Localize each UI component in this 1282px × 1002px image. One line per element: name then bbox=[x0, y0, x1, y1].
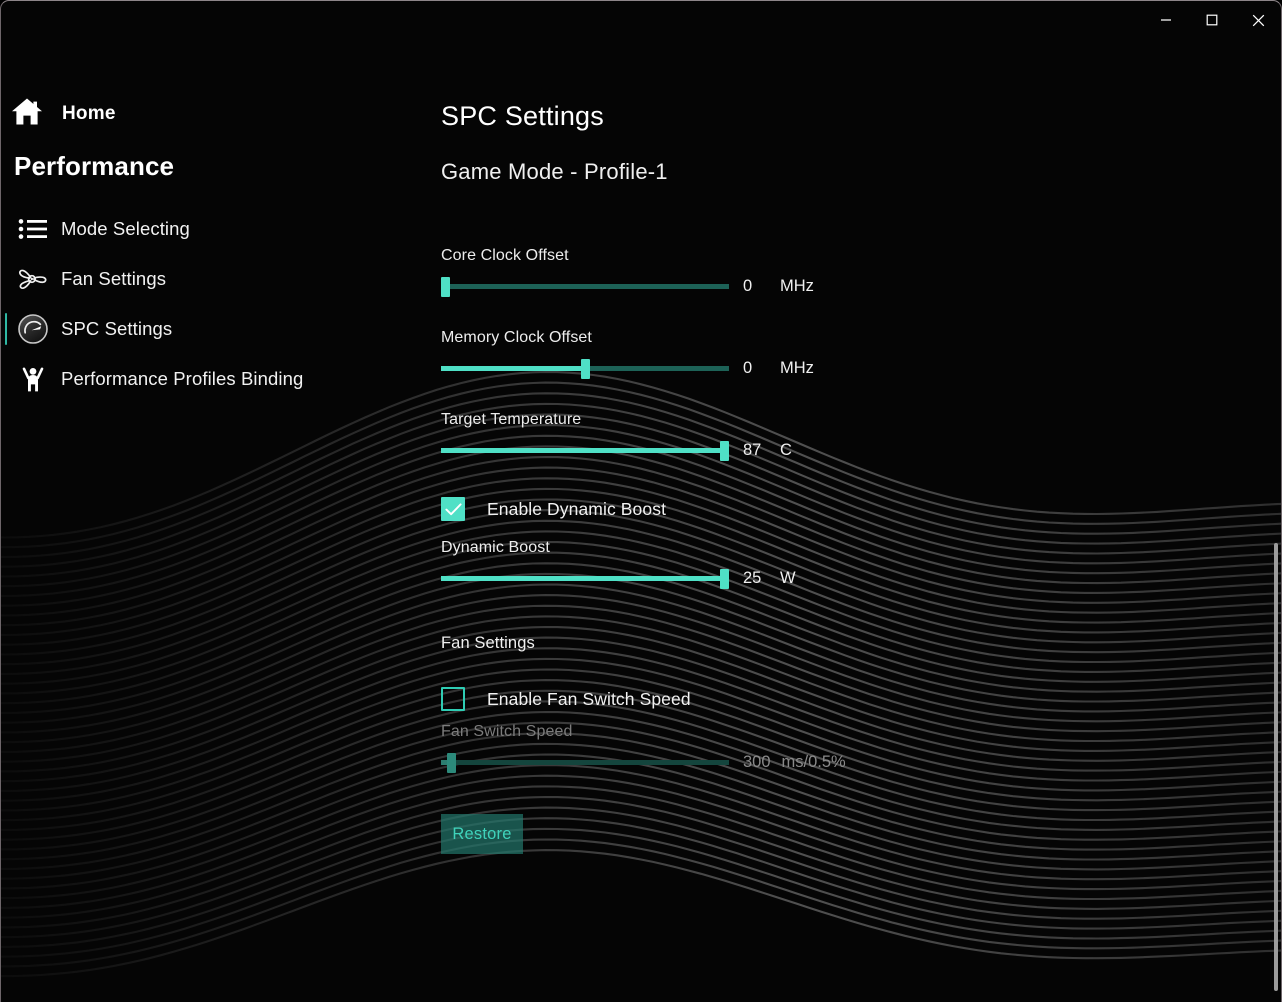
sidebar-item-fan-settings[interactable]: Fan Settings bbox=[1, 254, 421, 304]
field-label: Fan Switch Speed bbox=[441, 723, 573, 740]
sidebar-item-mode-selecting[interactable]: Mode Selecting bbox=[1, 204, 421, 254]
list-icon bbox=[15, 212, 51, 246]
slider-row: 300 ms/0.5% bbox=[441, 751, 861, 773]
slider-row: 87 C bbox=[441, 439, 861, 461]
gauge-icon bbox=[15, 312, 51, 346]
sidebar-item-label: SPC Settings bbox=[61, 318, 173, 339]
fan-settings-heading: Fan Settings bbox=[441, 634, 535, 652]
slider-unit: W bbox=[780, 568, 796, 587]
slider-unit: MHz bbox=[780, 358, 814, 377]
slider-row: 0 MHz bbox=[441, 275, 861, 297]
slider-fill bbox=[441, 576, 720, 581]
slider-value: 0 bbox=[743, 276, 753, 295]
memory-clock-offset-slider[interactable] bbox=[441, 357, 729, 379]
person-icon bbox=[15, 362, 51, 396]
slider-fill bbox=[441, 448, 720, 453]
sidebar-item-label: Fan Settings bbox=[61, 268, 167, 289]
slider-unit: MHz bbox=[780, 276, 814, 295]
title-bar bbox=[1, 1, 1281, 47]
sidebar-item-home[interactable]: Home bbox=[11, 97, 116, 131]
checkmark-icon bbox=[444, 502, 462, 515]
vertical-scrollbar[interactable] bbox=[1270, 45, 1278, 995]
close-button[interactable] bbox=[1235, 1, 1281, 39]
active-indicator bbox=[5, 313, 7, 345]
sidebar-nav-list: Mode Selecting Fan Settings SPC Settings… bbox=[1, 204, 421, 404]
slider-value: 87 bbox=[743, 440, 762, 459]
home-label: Home bbox=[62, 103, 116, 124]
maximize-icon bbox=[1206, 14, 1218, 26]
home-icon bbox=[11, 97, 43, 131]
close-icon bbox=[1252, 14, 1264, 26]
minimize-icon bbox=[1161, 19, 1171, 21]
slider-row: 0 MHz bbox=[441, 357, 861, 379]
target-temperature-slider[interactable] bbox=[441, 439, 729, 461]
fan-switch-speed-slider bbox=[441, 751, 729, 773]
dynamic-boost-slider[interactable] bbox=[441, 567, 729, 589]
slider-unit: ms/0.5% bbox=[781, 752, 846, 771]
field-label: Memory Clock Offset bbox=[441, 329, 592, 346]
slider-value: 300 bbox=[743, 752, 771, 771]
slider-thumb bbox=[446, 753, 456, 773]
profile-subtitle: Game Mode - Profile-1 bbox=[441, 159, 668, 184]
enable-dynamic-boost-checkbox[interactable] bbox=[441, 497, 465, 521]
enable-dynamic-boost-row[interactable]: Enable Dynamic Boost bbox=[441, 497, 666, 521]
core-clock-offset-field: Core Clock Offset 0 MHz bbox=[441, 247, 861, 297]
checkbox-label: Enable Fan Switch Speed bbox=[487, 688, 691, 709]
slider-fill bbox=[441, 366, 581, 371]
slider-value: 0 bbox=[743, 358, 753, 377]
enable-fan-switch-speed-row[interactable]: Enable Fan Switch Speed bbox=[441, 687, 691, 711]
slider-track bbox=[441, 284, 729, 289]
memory-clock-offset-field: Memory Clock Offset 0 MHz bbox=[441, 329, 861, 379]
sidebar-item-label: Performance Profiles Binding bbox=[61, 368, 304, 389]
field-label: Target Temperature bbox=[441, 411, 582, 428]
maximize-button[interactable] bbox=[1189, 1, 1235, 39]
slider-unit: C bbox=[780, 440, 792, 459]
enable-fan-switch-speed-checkbox[interactable] bbox=[441, 687, 465, 711]
page-title: SPC Settings bbox=[441, 101, 604, 131]
slider-row: 25 W bbox=[441, 567, 861, 589]
slider-track bbox=[441, 760, 729, 765]
application-window: Home Performance Mode Selecting Fan Sett… bbox=[0, 0, 1282, 1002]
restore-button[interactable]: Restore bbox=[441, 814, 523, 854]
fan-switch-speed-field: Fan Switch Speed 300 ms/0.5% bbox=[441, 723, 861, 773]
fan-icon bbox=[15, 262, 51, 296]
target-temperature-field: Target Temperature 87 C bbox=[441, 411, 861, 461]
field-label: Dynamic Boost bbox=[441, 539, 550, 556]
minimize-button[interactable] bbox=[1143, 1, 1189, 39]
core-clock-offset-slider[interactable] bbox=[441, 275, 729, 297]
slider-thumb[interactable] bbox=[441, 277, 450, 297]
slider-fill bbox=[441, 760, 447, 765]
field-label: Core Clock Offset bbox=[441, 247, 569, 264]
slider-thumb[interactable] bbox=[720, 569, 729, 589]
slider-thumb[interactable] bbox=[720, 441, 729, 461]
page-section-title: Performance bbox=[14, 151, 175, 181]
sidebar-item-spc-settings[interactable]: SPC Settings bbox=[1, 304, 421, 354]
sidebar-item-performance-profiles-binding[interactable]: Performance Profiles Binding bbox=[1, 354, 421, 404]
dynamic-boost-field: Dynamic Boost 25 W bbox=[441, 539, 861, 589]
checkbox-label: Enable Dynamic Boost bbox=[487, 498, 667, 519]
sidebar-item-label: Mode Selecting bbox=[61, 218, 190, 239]
slider-value: 25 bbox=[743, 568, 762, 587]
slider-thumb[interactable] bbox=[580, 359, 590, 379]
main-content: SPC Settings Game Mode - Profile-1 Core … bbox=[441, 1, 1261, 1002]
scrollbar-thumb[interactable] bbox=[1274, 543, 1278, 991]
sidebar: Home Performance Mode Selecting Fan Sett… bbox=[1, 1, 421, 1002]
